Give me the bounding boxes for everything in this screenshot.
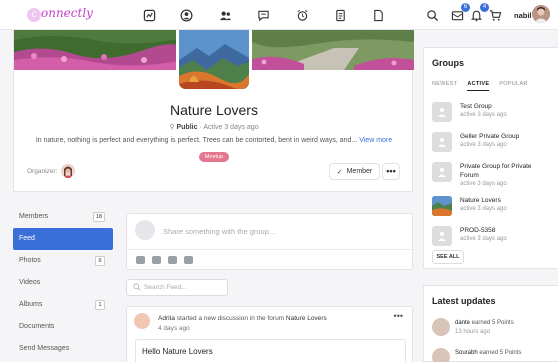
list-item: dante earned 5 Points 13 hours ago bbox=[432, 318, 558, 342]
update-user-link[interactable]: Sourabh bbox=[455, 350, 478, 356]
groups-tabs: NEWEST ACTIVE POPULAR bbox=[432, 81, 528, 91]
group-meta: ⚲ Public · Active 3 days ago bbox=[14, 123, 414, 131]
alarm-icon[interactable] bbox=[294, 7, 310, 23]
subnav-item-albums[interactable]: Albums 1 bbox=[13, 294, 113, 316]
activity-summary: Adrita started a new discussion in the f… bbox=[158, 315, 327, 322]
group-placeholder-icon bbox=[432, 102, 452, 122]
messages-icon[interactable]: 6 bbox=[449, 3, 470, 23]
organizer-avatar[interactable] bbox=[61, 164, 75, 178]
see-all-button[interactable]: SEE ALL bbox=[432, 250, 464, 264]
subnav-item-photos[interactable]: Photos 6 bbox=[13, 250, 113, 272]
username[interactable]: nabil bbox=[514, 11, 532, 20]
file-icon[interactable] bbox=[168, 256, 177, 264]
gif-icon[interactable] bbox=[184, 256, 193, 264]
chat-icon[interactable] bbox=[255, 7, 271, 23]
search-feed-input[interactable]: Search Feed... bbox=[126, 279, 228, 296]
activity-forum-link[interactable]: Nature Lovers bbox=[286, 315, 327, 322]
members-icon[interactable] bbox=[217, 7, 233, 23]
group-subnav: Members 18 Feed Photos 6 Videos Albums 1 Do… bbox=[13, 206, 113, 360]
group-last-active: · Active 3 days ago bbox=[199, 124, 259, 131]
members-count: 18 bbox=[92, 212, 105, 222]
tab-active[interactable]: ACTIVE bbox=[467, 81, 490, 91]
group-avatar bbox=[176, 30, 252, 92]
group-placeholder-icon bbox=[432, 226, 452, 246]
activity-icon[interactable] bbox=[141, 7, 157, 23]
group-placeholder-icon bbox=[432, 162, 452, 182]
list-item[interactable]: Nature Lovers active 3 days ago bbox=[432, 194, 558, 224]
list-item[interactable]: Test Group active 3 days ago bbox=[432, 100, 558, 130]
document-icon[interactable] bbox=[332, 7, 348, 23]
latest-updates-widget: Latest updates dante earned 5 Points 13 … bbox=[423, 285, 558, 362]
composer-avatar bbox=[135, 220, 155, 240]
activity-options-button[interactable]: ••• bbox=[394, 311, 403, 321]
bell-icon[interactable]: 4 bbox=[468, 3, 489, 23]
list-item[interactable]: Geller Private Group active 3 days ago bbox=[432, 130, 558, 160]
tab-newest[interactable]: NEWEST bbox=[432, 81, 457, 91]
view-more-link[interactable]: View more bbox=[359, 137, 392, 144]
discussion-preview[interactable]: Hello Nature Lovers bbox=[135, 339, 406, 362]
groups-widget: Groups NEWEST ACTIVE POPULAR Test Group … bbox=[423, 47, 558, 269]
subnav-item-feed[interactable]: Feed bbox=[13, 228, 113, 250]
group-header-card: Nature Lovers ⚲ Public · Active 3 days a… bbox=[13, 30, 414, 192]
groups-widget-title: Groups bbox=[432, 58, 465, 68]
albums-count: 1 bbox=[95, 300, 105, 310]
activity-time: 4 days ago bbox=[158, 325, 190, 332]
video-icon[interactable] bbox=[152, 256, 161, 264]
latest-updates-title: Latest updates bbox=[432, 296, 496, 306]
post-composer[interactable]: Share something with the group... bbox=[126, 213, 414, 270]
groups-list: Test Group active 3 days ago Geller Priv… bbox=[432, 100, 558, 254]
composer-divider bbox=[127, 249, 414, 250]
subnav-item-documents[interactable]: Documents bbox=[13, 316, 113, 338]
top-navigation-bar: c onnectly 6 4 nabil bbox=[0, 0, 558, 30]
cart-icon[interactable] bbox=[487, 7, 503, 23]
camera-icon[interactable] bbox=[136, 256, 145, 264]
site-logo[interactable]: c onnectly bbox=[27, 6, 93, 22]
group-description: In nature, nothing is perfect and everyt… bbox=[35, 137, 393, 144]
profile-icon[interactable] bbox=[178, 7, 194, 23]
group-visibility: Public bbox=[176, 124, 198, 131]
photos-count: 6 bbox=[95, 256, 105, 266]
composer-placeholder[interactable]: Share something with the group... bbox=[163, 227, 275, 236]
user-avatar[interactable] bbox=[532, 5, 550, 23]
group-title: Nature Lovers bbox=[170, 102, 258, 118]
avatar[interactable] bbox=[432, 348, 450, 362]
group-thumbnail bbox=[432, 196, 452, 216]
page-icon[interactable] bbox=[370, 7, 386, 23]
search-icon bbox=[133, 283, 141, 291]
search-icon[interactable] bbox=[424, 7, 440, 23]
group-type-badge: Meetup bbox=[199, 152, 229, 162]
update-user-link[interactable]: dante bbox=[455, 320, 470, 326]
list-item: Sourabh earned 5 Points bbox=[432, 348, 558, 362]
activity-item: Adrita started a new discussion in the f… bbox=[126, 306, 413, 362]
subnav-item-send-messages[interactable]: Send Messages bbox=[13, 338, 113, 360]
subnav-item-members[interactable]: Members 18 bbox=[13, 206, 113, 228]
subnav-item-videos[interactable]: Videos bbox=[13, 272, 113, 294]
list-item[interactable]: Private Group for Private Forum active 3… bbox=[432, 160, 558, 194]
member-button[interactable]: ✓ Member bbox=[329, 163, 380, 180]
group-placeholder-icon bbox=[432, 132, 452, 152]
composer-tools bbox=[136, 256, 193, 264]
activity-avatar[interactable] bbox=[134, 313, 150, 329]
check-icon: ✓ bbox=[336, 168, 343, 176]
more-options-button[interactable]: ••• bbox=[382, 163, 400, 180]
organizer-label: Organizer: bbox=[27, 168, 58, 175]
avatar[interactable] bbox=[432, 318, 450, 336]
activity-user-link[interactable]: Adrita bbox=[158, 315, 175, 322]
tab-popular[interactable]: POPULAR bbox=[499, 81, 527, 91]
